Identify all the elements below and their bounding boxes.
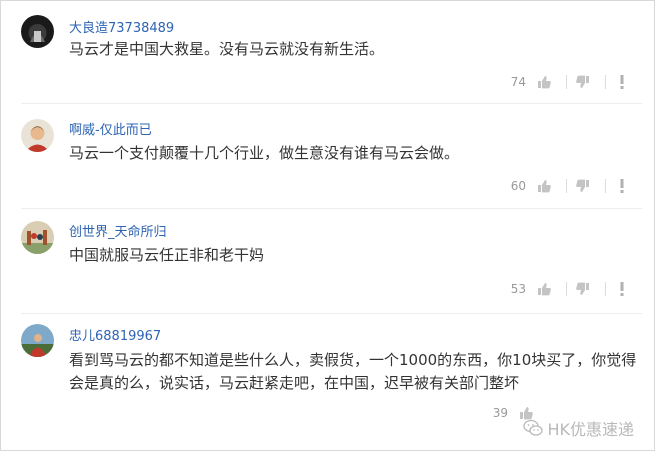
thumbs-down-icon[interactable]	[575, 74, 591, 90]
thumbs-up-icon[interactable]	[536, 178, 552, 194]
like-count: 53	[510, 282, 526, 296]
divider	[566, 282, 567, 296]
divider	[605, 282, 606, 296]
comment-username[interactable]: 啊威-仅此而已	[69, 119, 152, 138]
watermark: HK优惠速递	[523, 416, 634, 440]
more-vertical-icon[interactable]	[614, 74, 630, 90]
like-count: 39	[492, 406, 508, 420]
thumbs-up-icon[interactable]	[536, 74, 552, 90]
like-count: 74	[510, 75, 526, 89]
divider	[605, 75, 606, 89]
watermark-text: HK优惠速递	[547, 420, 634, 439]
comment-username[interactable]: 大良造73738489	[69, 17, 174, 36]
comment-username[interactable]: 忠儿68819967	[69, 325, 161, 344]
comment-item: 创世界_天命所归 中国就服马云任正非和老干妈 53	[1, 209, 654, 313]
comment-actions: 60	[511, 178, 630, 194]
divider	[566, 75, 567, 89]
more-vertical-icon[interactable]	[614, 178, 630, 194]
avatar[interactable]	[21, 119, 54, 152]
avatar[interactable]	[21, 221, 54, 254]
divider	[605, 179, 606, 193]
wechat-icon	[523, 419, 544, 437]
comment-list: 大良造73738489 马云才是中国大救星。没有马云就没有新生活。 74 啊威-…	[0, 0, 655, 451]
comment-actions: 74	[511, 74, 630, 90]
avatar[interactable]	[21, 15, 54, 48]
comment-text: 看到骂马云的都不知道是些什么人，卖假货，一个1000的东西，你10块买了，你觉得…	[69, 351, 637, 392]
avatar[interactable]	[21, 324, 54, 357]
like-count: 60	[510, 179, 526, 193]
comment-text: 中国就服马云任正非和老干妈	[69, 246, 265, 264]
comment-actions: 53	[511, 281, 630, 297]
divider	[566, 179, 567, 193]
comment-text: 马云一个支付颠覆十几个行业，做生意没有谁有马云会做。	[69, 144, 460, 162]
comment-item: 大良造73738489 马云才是中国大救星。没有马云就没有新生活。 74	[1, 1, 654, 103]
comment-text: 马云才是中国大救星。没有马云就没有新生活。	[69, 40, 385, 58]
comment-username[interactable]: 创世界_天命所归	[69, 221, 167, 240]
thumbs-down-icon[interactable]	[575, 281, 591, 297]
comment-item: 啊威-仅此而已 马云一个支付颠覆十几个行业，做生意没有谁有马云会做。 60	[1, 104, 654, 208]
thumbs-down-icon[interactable]	[575, 178, 591, 194]
more-vertical-icon[interactable]	[614, 281, 630, 297]
thumbs-up-icon[interactable]	[536, 281, 552, 297]
